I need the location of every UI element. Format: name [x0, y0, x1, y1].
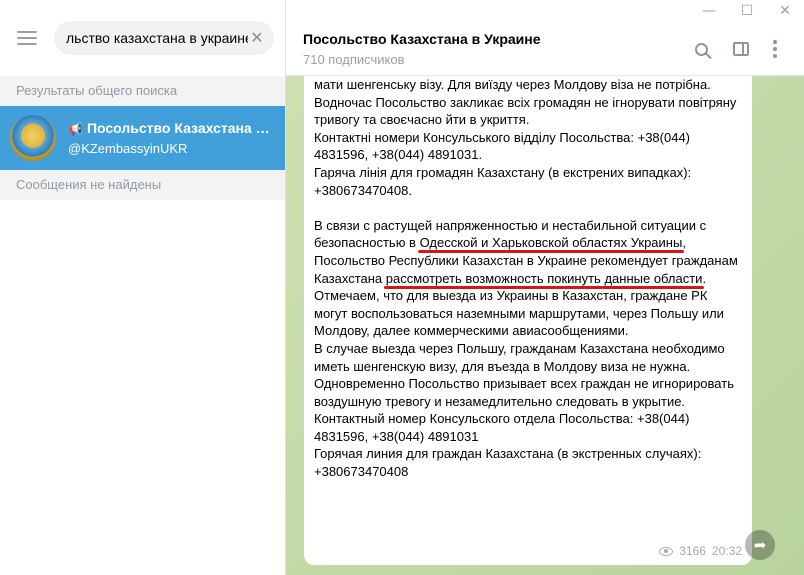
message-line: мати шенгенську візу. Для виїзду через М… [314, 77, 711, 92]
window-controls: — ☐ ✕ [690, 0, 804, 22]
clear-search-icon[interactable]: ✕ [248, 29, 266, 47]
result-title: 📢Посольство Казахстана в Украине [68, 120, 276, 136]
minimize-button[interactable]: — [690, 0, 728, 22]
search-input[interactable]: льство казахстана в украине [66, 30, 248, 46]
view-count: 3166 [679, 544, 706, 558]
more-options-icon[interactable] [764, 38, 786, 60]
search-icon[interactable] [690, 38, 712, 60]
result-username: @KZembassyinUKR [68, 141, 188, 156]
result-title-text: Посольство Казахстана в Украине [86, 120, 276, 136]
message-line: Гаряча лінія для громадян Казахстану (в … [314, 164, 692, 198]
chat-panel: Посольство Казахстана в Украине 710 подп… [286, 0, 804, 575]
share-icon[interactable]: ➦ [745, 530, 775, 560]
message-line: Отмечаем, что для выезда из Украины в Ка… [314, 288, 724, 339]
underlined-text: рассмотреть возможность покинуть [385, 270, 601, 286]
eye-icon [659, 546, 674, 556]
megaphone-icon: 📢 [68, 122, 83, 136]
message-line: Водночас Посольство закликає всіх громад… [314, 94, 737, 128]
message-line: Одновременно Посольство призывает всех г… [314, 376, 734, 409]
message-line: В случае выезда через Польшу, гражданам … [314, 340, 725, 374]
global-results-header: Результаты общего поиска [0, 76, 285, 106]
hamburger-menu-icon[interactable] [14, 28, 40, 48]
message-line: Горячая линия для граждан Казахстана (в … [314, 446, 702, 480]
close-button[interactable]: ✕ [766, 0, 804, 22]
sidebar: льство казахстана в украине ✕ Результаты… [0, 0, 286, 575]
messages-not-found: Сообщения не найдены [0, 170, 285, 200]
underlined-text: Одесской и Харьковской областях Украины [419, 235, 683, 251]
message-line: Контактні номери Консульського відділу П… [314, 129, 690, 163]
message-meta: 3166 20:32 [659, 544, 742, 558]
search-result-text: 📢Посольство Казахстана в Украине @KZemba… [68, 120, 276, 156]
message-bubble: мати шенгенську візу. Для виїзду через М… [304, 60, 752, 565]
message-text: . [702, 270, 707, 286]
search-field[interactable]: льство казахстана в украине ✕ [54, 21, 274, 55]
maximize-button[interactable]: ☐ [728, 0, 766, 22]
search-result-channel[interactable]: 📢Посольство Казахстана в Украине @KZemba… [0, 106, 285, 170]
avatar [10, 115, 56, 161]
chat-title[interactable]: Посольство Казахстана в Украине [303, 31, 541, 47]
sidebar-topbar: льство казахстана в украине ✕ [0, 0, 285, 76]
side-panel-icon[interactable] [730, 38, 752, 60]
underlined-text: данные области [604, 270, 703, 286]
message-highlighted-paragraph: В связи с растущей напряженностью и нест… [314, 217, 742, 287]
message-line: Контактный номер Консульского отдела Пос… [314, 411, 690, 444]
chat-subtitle: 710 подписчиков [303, 52, 405, 67]
message-time: 20:32 [711, 544, 742, 558]
